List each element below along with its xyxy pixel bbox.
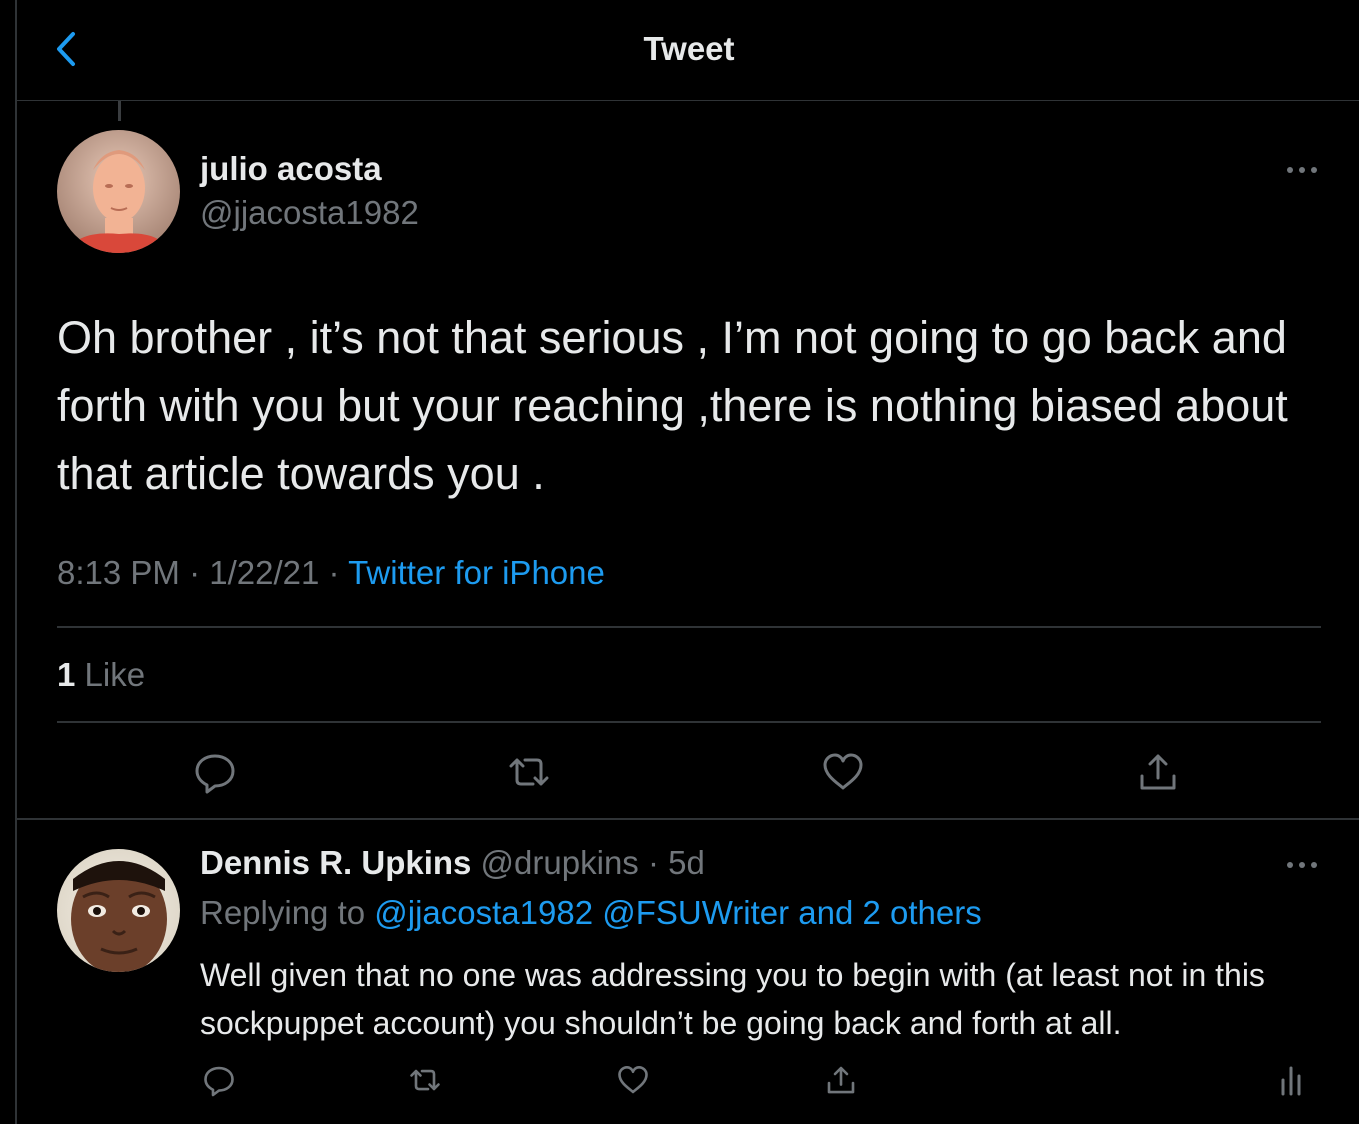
tweet-time: 8:13 PM	[57, 554, 180, 591]
divider	[57, 721, 1321, 723]
reply-button[interactable]	[191, 748, 239, 796]
like-button[interactable]	[819, 748, 867, 796]
avatar[interactable]	[57, 130, 180, 253]
reply-analytics-button[interactable]	[1273, 1062, 1309, 1098]
retweet-icon	[509, 758, 549, 786]
replying-to: Replying to @jjacosta1982 @FSUWriter and…	[200, 894, 982, 932]
reply-avatar[interactable]	[57, 849, 180, 972]
divider	[57, 626, 1321, 628]
more-options-button[interactable]	[1285, 160, 1319, 180]
retweet-button[interactable]	[505, 748, 553, 796]
replying-prefix: Replying to	[200, 894, 375, 931]
retweet-icon	[410, 1069, 440, 1091]
more-icon	[1287, 167, 1317, 173]
reply-like-button[interactable]	[615, 1062, 651, 1098]
reply-author-name[interactable]: Dennis R. Upkins	[200, 844, 471, 881]
thread-connector	[118, 101, 121, 121]
reply-more-options-button[interactable]	[1285, 855, 1319, 875]
share-icon	[1140, 754, 1176, 790]
reply-header: Dennis R. Upkins @drupkins · 5d	[200, 844, 705, 882]
meta-separator: ·	[319, 554, 349, 591]
tweet-date[interactable]: 1/22/21	[209, 554, 319, 591]
tweet-detail-view: Tweet julio acosta @jjacosta1982 Oh brot…	[15, 0, 1359, 1124]
more-icon	[1287, 862, 1317, 868]
likes-label: Like	[75, 656, 146, 693]
author-name[interactable]: julio acosta	[200, 150, 382, 188]
share-button[interactable]	[1134, 748, 1182, 796]
reply-reply-button[interactable]	[201, 1062, 237, 1098]
page-title: Tweet	[643, 30, 735, 67]
reply-icon	[195, 754, 235, 794]
reply-retweet-button[interactable]	[407, 1062, 443, 1098]
meta-separator: ·	[179, 554, 210, 591]
likes-count: 1	[57, 656, 76, 693]
reply-icon	[204, 1066, 234, 1097]
reply-share-button[interactable]	[823, 1062, 859, 1098]
tweet-text: Oh brother , it’s not that serious , I’m…	[57, 312, 1288, 499]
tweet-meta: 8:13 PM · 1/22/21 · Twitter for iPhone	[57, 554, 605, 592]
avatar-image	[57, 130, 180, 253]
reply-text: Well given that no one was addressing yo…	[200, 957, 1265, 1041]
like-icon	[823, 753, 863, 790]
avatar-image	[57, 849, 180, 972]
reply-handle-time[interactable]: @drupkins · 5d	[471, 844, 705, 881]
replying-links[interactable]: @jjacosta1982 @FSUWriter and 2 others	[374, 894, 982, 931]
share-icon	[827, 1066, 855, 1094]
like-icon	[618, 1065, 648, 1094]
analytics-icon	[1281, 1066, 1301, 1096]
divider	[17, 818, 1359, 820]
author-handle[interactable]: @jjacosta1982	[200, 194, 419, 232]
tweet-source-link[interactable]: Twitter for iPhone	[348, 554, 605, 591]
header: Tweet	[17, 0, 1359, 101]
likes-stat[interactable]: 1 Like	[57, 656, 145, 694]
